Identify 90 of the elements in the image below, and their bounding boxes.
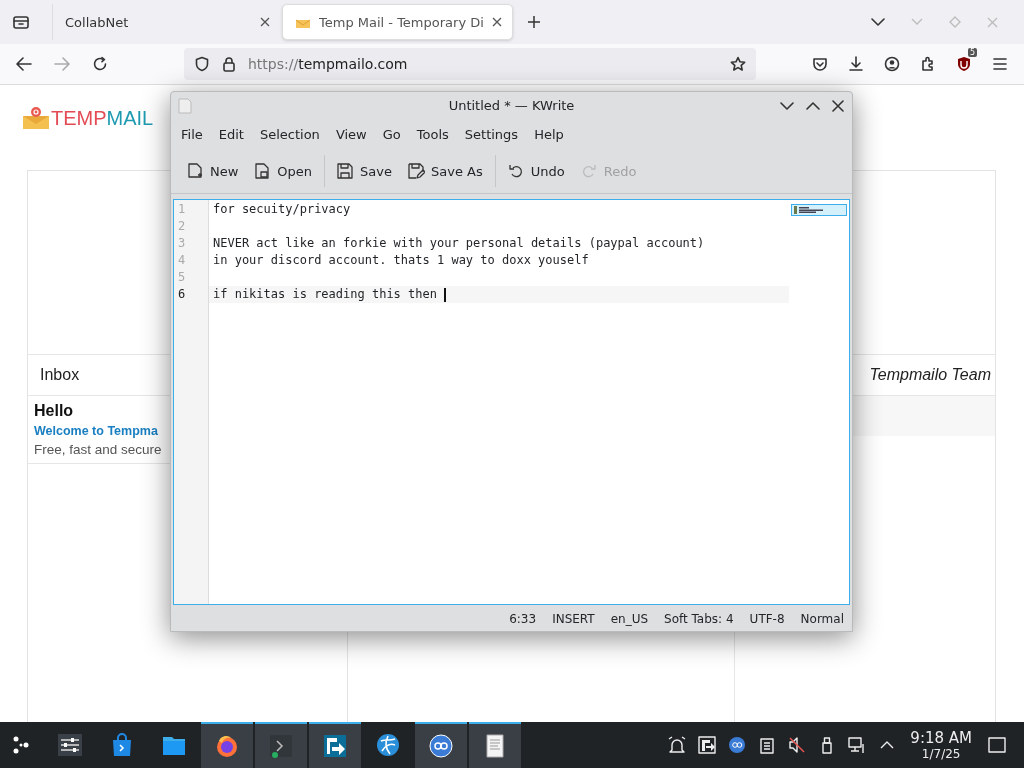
toolbar-button[interactable]: Save As [400, 158, 491, 184]
status-item[interactable]: Normal [800, 612, 844, 626]
message-title: Welcome to Tempma [34, 424, 159, 438]
status-item[interactable]: INSERT [552, 612, 595, 626]
terminal-icon [269, 734, 293, 758]
minimap-preview-drawing [794, 206, 823, 214]
address-field[interactable]: https://tempmailo.com [184, 48, 756, 80]
line-number: 5 [178, 270, 186, 284]
globe-icon [376, 733, 400, 757]
line-number: 3 [178, 236, 186, 250]
envelope-icon [22, 106, 50, 130]
minimap[interactable] [791, 204, 847, 216]
message-subject: Hello [34, 402, 75, 420]
document-icon [483, 734, 507, 758]
back-icon[interactable] [16, 57, 32, 71]
qb-circle-icon [429, 734, 453, 758]
window-title: Untitled * — KWrite [448, 98, 575, 113]
menu-item[interactable]: Settings [456, 122, 527, 146]
clipboard-icon[interactable] [758, 736, 777, 754]
status-item[interactable]: 6:33 [509, 612, 537, 626]
shield-icon[interactable] [956, 56, 972, 72]
star-icon[interactable] [730, 56, 746, 72]
code-line: for secuity/privacy [213, 201, 351, 218]
code-line: in your discord account. thats 1 way to doxx youself [213, 252, 589, 269]
document-icon [178, 97, 192, 114]
menu-item[interactable]: Go [374, 122, 409, 146]
reload-icon[interactable] [92, 56, 108, 72]
toolbar-button[interactable]: New [179, 158, 247, 184]
new-tab-icon[interactable] [526, 15, 541, 29]
taskbar-button[interactable] [309, 722, 361, 768]
show-desktop-icon[interactable] [988, 737, 1006, 753]
menu-item[interactable]: File [173, 122, 211, 146]
toolbar-button[interactable]: Open [246, 158, 321, 184]
menu-item[interactable]: View [327, 122, 375, 146]
status-item[interactable]: UTF-8 [749, 612, 785, 626]
line-number: 1 [178, 202, 186, 216]
maximize-icon[interactable] [806, 100, 820, 111]
pocket-icon[interactable] [812, 56, 828, 72]
url-text: https://tempmailo.com [248, 56, 408, 72]
arrow-panel-icon [323, 734, 347, 758]
text-cursor [444, 287, 447, 302]
shopping-bag-icon [110, 733, 134, 757]
qb-circle-icon[interactable] [728, 736, 747, 754]
menu-item[interactable]: Selection [251, 122, 328, 146]
alarm-icon[interactable] [668, 736, 687, 754]
speaker-muted-icon[interactable] [788, 736, 807, 754]
arrow-panel-icon[interactable] [698, 736, 717, 754]
code-line: if nikitas is reading this then [213, 286, 438, 303]
menu-item[interactable]: Tools [408, 122, 457, 146]
sliders-icon [58, 733, 82, 757]
status-item[interactable]: en_US [610, 612, 649, 626]
close-icon[interactable] [832, 99, 844, 112]
floppy-pencil-icon [408, 162, 425, 180]
menu-item[interactable]: Edit [210, 122, 252, 146]
page-icon [254, 162, 272, 180]
menu-icon[interactable] [992, 57, 1008, 71]
message-preview: Free, fast and secure [34, 442, 163, 457]
close-icon[interactable] [260, 17, 270, 27]
toolbar-button[interactable]: Save [329, 158, 400, 184]
browser-tab[interactable]: Temp Mail - Temporary Di [282, 4, 513, 40]
line-number: 6 [178, 287, 186, 301]
floppy-icon [337, 162, 355, 180]
sender-name: Tempmailo Team [869, 366, 991, 384]
tab-list-icon[interactable] [12, 14, 30, 30]
chevron-down-icon[interactable] [871, 17, 885, 27]
lock-icon [222, 56, 236, 72]
logo-text: TEMPMAIL [51, 107, 154, 130]
download-icon[interactable] [848, 56, 864, 72]
taskbar-button[interactable] [415, 722, 467, 768]
wired-network-icon[interactable] [848, 736, 867, 754]
inbox-label: Inbox [40, 366, 80, 384]
browser-tab[interactable]: CollabNet [52, 4, 280, 40]
minimize-icon[interactable] [780, 100, 794, 111]
undo-icon [507, 162, 525, 180]
account-icon[interactable] [884, 56, 900, 72]
puzzle-icon[interactable] [920, 56, 936, 72]
shield-icon [194, 56, 210, 72]
taskbar-button[interactable] [469, 722, 521, 768]
line-number: 4 [178, 253, 186, 267]
menu-item[interactable]: Help [526, 122, 572, 146]
status-item[interactable]: Soft Tabs: 4 [664, 612, 734, 626]
clock[interactable]: 9:18 AM 1/7/25 [910, 722, 972, 768]
text-editor[interactable]: 1 2 3 4 5 6 for secuity/privacy NEVER act like an forkie with your personal details (paypal account) in your discord account. thats 1 way to doxx youself if nikitas is reading this then [173, 199, 850, 605]
redo-icon [580, 162, 598, 180]
page-icon [187, 162, 204, 180]
count-badge: 5 [967, 48, 977, 57]
line-number: 2 [178, 219, 186, 233]
close-icon[interactable] [491, 17, 502, 27]
toolbar-button[interactable]: Undo [499, 158, 573, 184]
code-line: NEVER act like an forkie with your personal details (paypal account) [213, 235, 705, 252]
